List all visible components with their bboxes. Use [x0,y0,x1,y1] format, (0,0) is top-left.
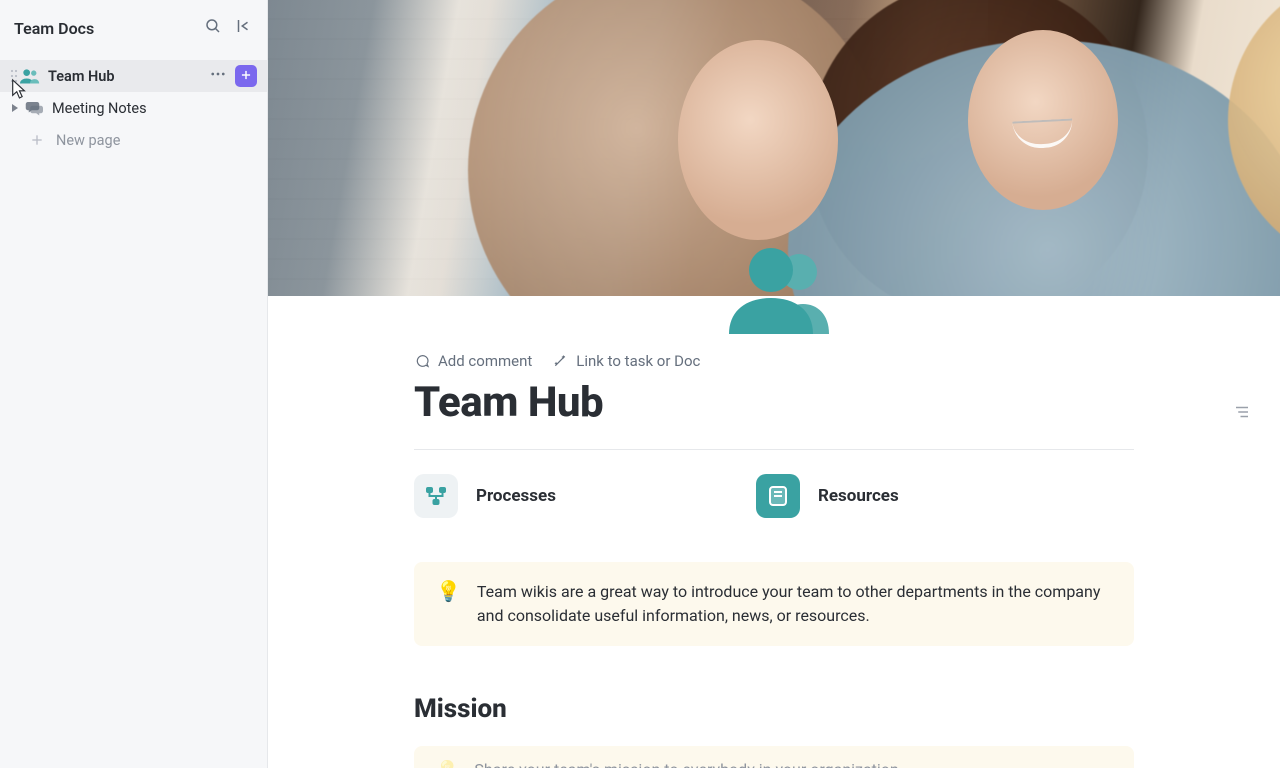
caret-icon[interactable] [8,104,22,112]
bulb-icon: 💡 [436,580,461,628]
main: Add comment Link to task or Doc Team Hub [268,0,1280,768]
collapse-sidebar-button[interactable] [229,14,257,42]
flow-icon [414,474,458,518]
sidebar-item-meeting-notes[interactable]: Meeting Notes [0,92,267,124]
new-page-label: New page [56,132,120,149]
workspace-title[interactable]: Team Docs [14,19,197,38]
sidebar-nav: Team Hub [0,56,267,156]
page-icon[interactable] [729,248,833,334]
users-icon [20,66,40,86]
bulb-icon: 💡 [436,760,458,768]
link-cards-row: Processes Resources [414,474,1134,518]
page-title[interactable]: Team Hub [414,378,1134,427]
link-task-button[interactable]: Link to task or Doc [552,352,700,370]
add-comment-button[interactable]: Add comment [414,352,532,370]
sidebar-item-label: Meeting Notes [52,100,259,117]
callout-mission-text: Share your team's mission to everybody i… [474,760,898,768]
link-card-processes[interactable]: Processes [414,474,556,518]
callout-info[interactable]: 💡 Team wikis are a great way to introduc… [414,562,1134,646]
link-card-resources[interactable]: Resources [756,474,899,518]
sidebar-item-actions [207,65,259,87]
app-root: Team Docs [0,0,1280,768]
callout-text: Team wikis are a great way to introduce … [477,580,1112,628]
book-icon [756,474,800,518]
search-icon [204,17,222,39]
sidebar-header: Team Docs [0,0,267,56]
link-card-label: Resources [818,486,899,506]
drag-handle-icon[interactable] [8,69,20,83]
sidebar-item-label: Team Hub [48,68,207,85]
new-page-button[interactable]: New page [0,124,267,156]
search-button[interactable] [199,14,227,42]
sidebar-item-team-hub[interactable]: Team Hub [0,60,267,92]
plus-icon [239,67,253,86]
link-card-label: Processes [476,486,556,506]
wand-icon [552,353,568,369]
add-comment-label: Add comment [438,352,532,370]
section-heading-mission[interactable]: Mission [414,694,1134,724]
add-page-button[interactable] [235,65,257,87]
collapse-icon [234,17,252,39]
link-task-label: Link to task or Doc [576,352,700,370]
more-button[interactable] [207,65,229,87]
plus-icon [28,131,46,149]
chat-icon [24,98,44,118]
more-icon [209,65,227,87]
divider [414,449,1134,450]
doc-body: Add comment Link to task or Doc Team Hub [268,296,1280,768]
doc-actions: Add comment Link to task or Doc [414,352,1134,370]
outline-toggle-button[interactable] [1228,400,1256,428]
comment-icon [414,353,430,369]
sidebar: Team Docs [0,0,268,768]
outline-icon [1233,403,1251,425]
doc-content: Add comment Link to task or Doc Team Hub [414,352,1134,768]
callout-mission[interactable]: 💡 Share your team's mission to everybody… [414,746,1134,768]
